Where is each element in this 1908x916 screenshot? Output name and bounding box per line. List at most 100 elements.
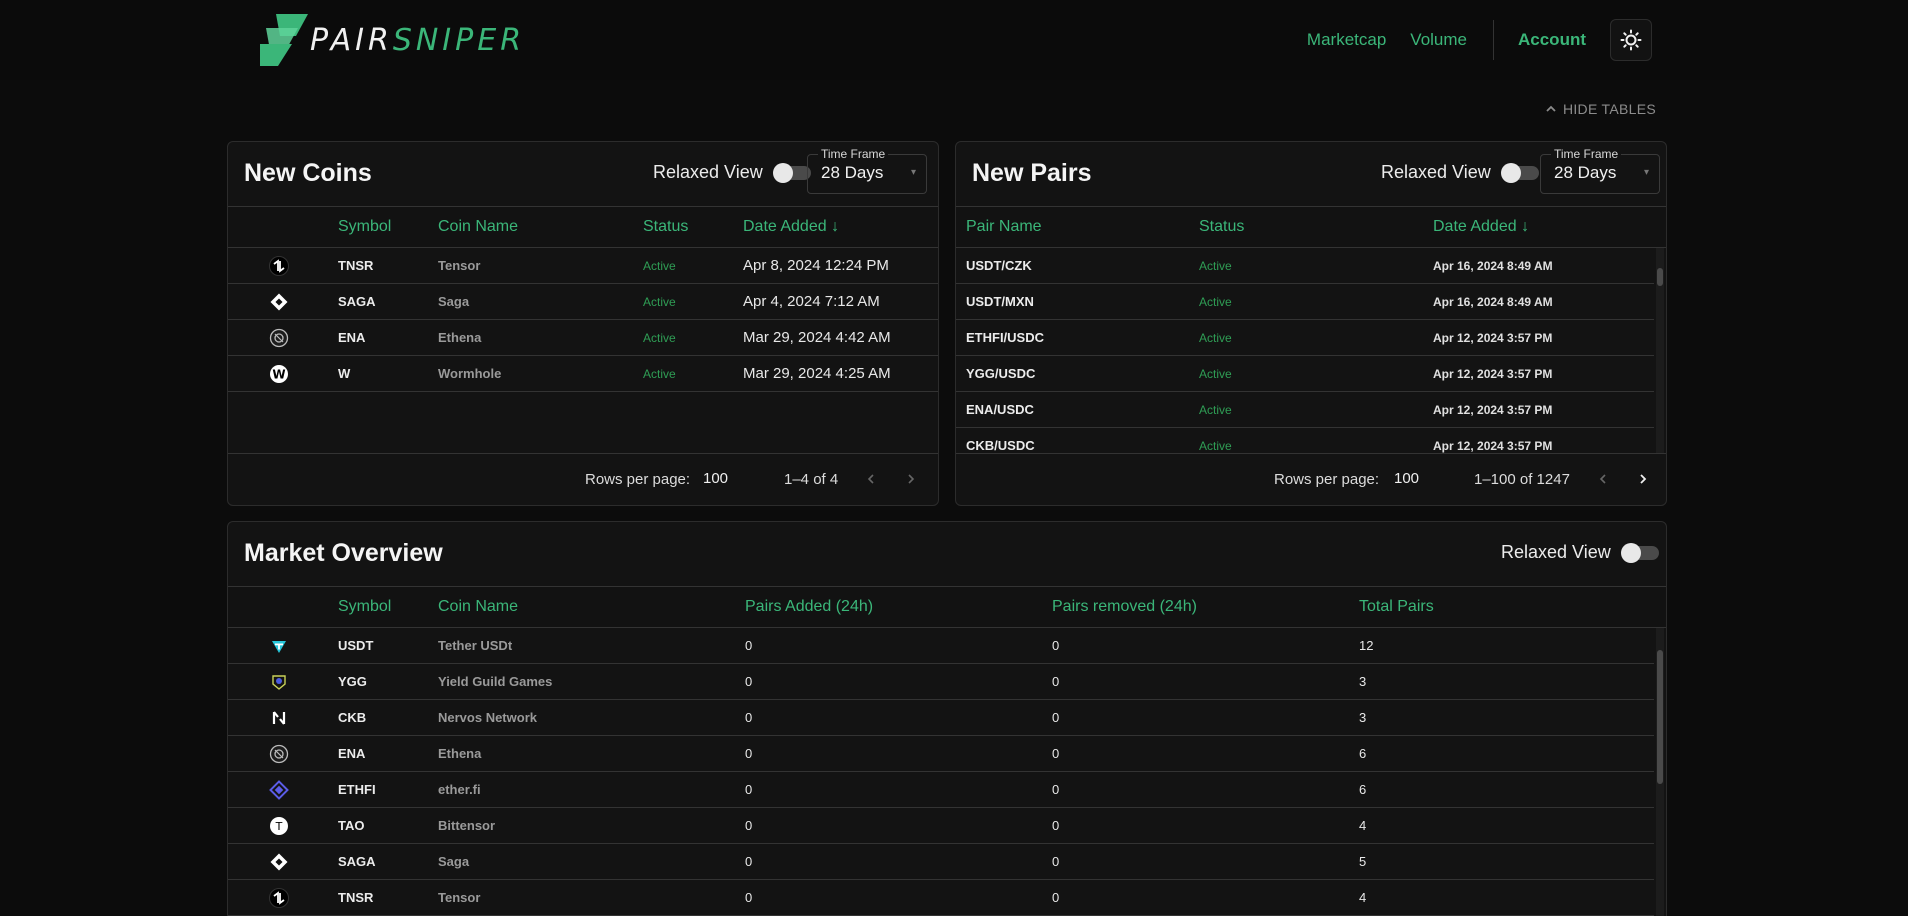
total-pairs: 3 — [1359, 674, 1367, 689]
pairs-removed: 0 — [1052, 890, 1060, 905]
col-date-added[interactable]: Date Added ↓ — [743, 218, 839, 236]
col-status[interactable]: Status — [1199, 218, 1244, 236]
table-row[interactable]: USDT Tether USDt 0 0 12 — [228, 628, 1654, 664]
col-pairs-removed[interactable]: Pairs removed (24h) — [1052, 598, 1197, 616]
arrow-down-icon: ↓ — [831, 218, 840, 235]
bittensor-icon: T — [268, 815, 290, 837]
rows-per-page-select[interactable]: 100 — [703, 470, 728, 487]
new-coins-table-header: Symbol Coin Name Status Date Added ↓ — [228, 206, 938, 248]
saga-icon — [268, 851, 290, 873]
status-badge: Active — [1199, 403, 1232, 417]
next-page-button[interactable] — [898, 466, 924, 492]
table-row[interactable]: TNSR Tensor 0 0 4 — [228, 880, 1654, 916]
pairs-added: 0 — [745, 638, 753, 653]
table-row[interactable]: USDT/CZK Active Apr 16, 2024 8:49 AM — [956, 248, 1654, 284]
rows-per-page-select[interactable]: 100 — [1394, 470, 1419, 487]
pairs-removed: 0 — [1052, 854, 1060, 869]
new-pairs-title: New Pairs — [972, 159, 1092, 187]
nav-volume-link[interactable]: Volume — [1410, 30, 1467, 50]
col-status[interactable]: Status — [643, 218, 688, 236]
coin-symbol: ETHFI — [338, 782, 376, 797]
table-row[interactable]: TNSR Tensor Active Apr 8, 2024 12:24 PM — [228, 248, 938, 284]
coin-name: Tensor — [438, 258, 481, 273]
table-row[interactable]: ENA Ethena 0 0 6 — [228, 736, 1654, 772]
table-row[interactable]: SAGA Saga Active Apr 4, 2024 7:12 AM — [228, 284, 938, 320]
col-total-pairs[interactable]: Total Pairs — [1359, 598, 1434, 616]
theme-toggle-button[interactable] — [1610, 19, 1652, 61]
arrow-down-icon: ↓ — [1521, 218, 1530, 235]
table-row[interactable]: ETHFI ether.fi 0 0 6 — [228, 772, 1654, 808]
relaxed-view-toggle[interactable] — [1500, 162, 1539, 183]
new-pairs-panel: New Pairs Relaxed View Time Frame 28 Day… — [955, 141, 1667, 506]
status-badge: Active — [643, 295, 676, 309]
coin-symbol: CKB — [338, 710, 367, 725]
prev-page-button[interactable] — [858, 466, 884, 492]
scrollbar-thumb[interactable] — [1657, 268, 1663, 286]
scrollbar-thumb[interactable] — [1657, 650, 1663, 784]
table-row[interactable]: CKB/USDC Active Apr 12, 2024 3:57 PM — [956, 428, 1654, 453]
table-row[interactable]: YGG/USDC Active Apr 12, 2024 3:57 PM — [956, 356, 1654, 392]
next-page-button[interactable] — [1630, 466, 1656, 492]
lightning-logo-icon — [260, 14, 308, 66]
market-overview-scroll-area[interactable]: USDT Tether USDt 0 0 12 YGG Yield Guild Games 0… — [228, 628, 1666, 916]
svg-text:T: T — [275, 820, 283, 833]
coin-symbol: USDT — [338, 638, 374, 653]
pair-name: YGG/USDC — [966, 366, 1036, 381]
relaxed-view-toggle[interactable] — [772, 162, 811, 183]
timeframe-value: 28 Days — [1554, 163, 1617, 182]
pair-name: ENA/USDC — [966, 402, 1034, 417]
timeframe-value: 28 Days — [821, 163, 884, 182]
status-badge: Active — [1199, 259, 1232, 273]
table-row[interactable]: YGG Yield Guild Games 0 0 3 — [228, 664, 1654, 700]
coin-symbol: ENA — [338, 746, 366, 761]
table-row[interactable]: CKB Nervos Network 0 0 3 — [228, 700, 1654, 736]
pairs-removed: 0 — [1052, 782, 1060, 797]
prev-page-button[interactable] — [1590, 466, 1616, 492]
table-row[interactable]: ENA/USDC Active Apr 12, 2024 3:57 PM — [956, 392, 1654, 428]
coin-symbol: TAO — [338, 818, 365, 833]
market-overview-scrollbar[interactable] — [1656, 628, 1664, 916]
nav-divider — [1493, 20, 1494, 60]
relaxed-view-label: Relaxed View — [1501, 542, 1611, 562]
total-pairs: 6 — [1359, 782, 1367, 797]
new-pairs-timeframe-select[interactable]: Time Frame 28 Days ▾ — [1540, 147, 1660, 194]
col-pair-name[interactable]: Pair Name — [966, 218, 1042, 236]
coin-name: ether.fi — [438, 782, 481, 797]
relaxed-view-toggle[interactable] — [1620, 542, 1659, 563]
ethena-icon — [268, 743, 290, 765]
status-badge: Active — [1199, 331, 1232, 345]
nav-marketcap-link[interactable]: Marketcap — [1307, 30, 1386, 50]
pair-name: ETHFI/USDC — [966, 330, 1044, 345]
total-pairs: 5 — [1359, 854, 1367, 869]
col-date-added[interactable]: Date Added ↓ — [1433, 218, 1529, 236]
new-coins-timeframe-select[interactable]: Time Frame 28 Days ▾ — [807, 147, 927, 194]
nav-account-link[interactable]: Account — [1518, 30, 1586, 50]
date-added: Apr 4, 2024 7:12 AM — [743, 293, 880, 310]
table-row[interactable]: USDT/MXN Active Apr 16, 2024 8:49 AM — [956, 284, 1654, 320]
date-added: Apr 12, 2024 3:57 PM — [1433, 403, 1553, 417]
table-row[interactable]: ETHFI/USDC Active Apr 12, 2024 3:57 PM — [956, 320, 1654, 356]
table-row[interactable]: W W Wormhole Active Mar 29, 2024 4:25 AM — [228, 356, 938, 392]
total-pairs: 4 — [1359, 890, 1367, 905]
tensor-icon — [268, 255, 290, 277]
main-nav: Marketcap Volume Account — [1283, 19, 1652, 61]
col-coin-name[interactable]: Coin Name — [438, 598, 518, 616]
col-symbol[interactable]: Symbol — [338, 598, 391, 616]
coin-symbol: TNSR — [338, 890, 374, 905]
pairsniper-logo[interactable]: PAIRSNIPER — [258, 14, 525, 66]
new-pairs-scrollbar[interactable] — [1656, 248, 1664, 453]
pairs-added: 0 — [745, 746, 753, 761]
table-row[interactable]: ENA Ethena Active Mar 29, 2024 4:42 AM — [228, 320, 938, 356]
pairs-removed: 0 — [1052, 638, 1060, 653]
col-symbol[interactable]: Symbol — [338, 218, 391, 236]
relaxed-view-label: Relaxed View — [1381, 162, 1491, 182]
date-added: Apr 16, 2024 8:49 AM — [1433, 259, 1553, 273]
caret-down-icon: ▾ — [1643, 167, 1649, 178]
col-coin-name[interactable]: Coin Name — [438, 218, 518, 236]
ygg-icon — [268, 671, 290, 693]
new-pairs-scroll-area[interactable]: USDT/CZK Active Apr 16, 2024 8:49 AM USDT/M… — [956, 248, 1666, 453]
table-row[interactable]: T TAO Bittensor 0 0 4 — [228, 808, 1654, 844]
col-pairs-added[interactable]: Pairs Added (24h) — [745, 598, 873, 616]
hide-tables-button[interactable]: HIDE TABLES — [1545, 101, 1656, 117]
table-row[interactable]: SAGA Saga 0 0 5 — [228, 844, 1654, 880]
